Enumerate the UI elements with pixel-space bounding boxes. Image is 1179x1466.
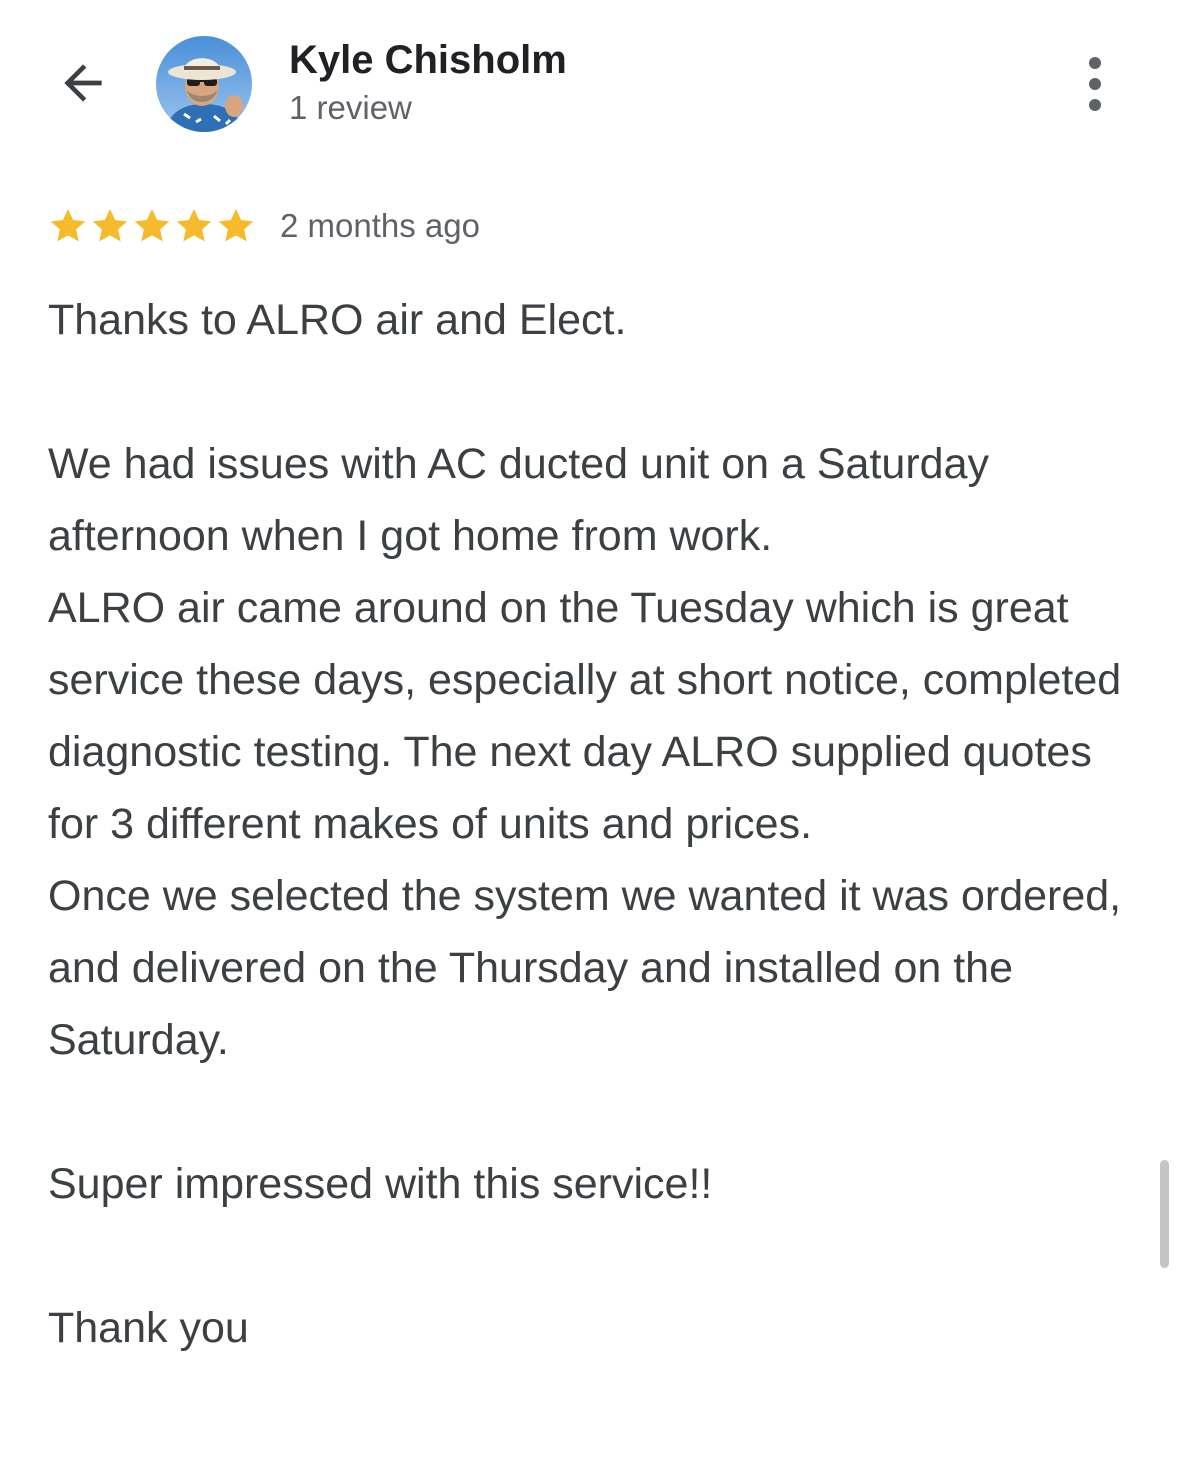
avatar-photo [156,36,252,132]
reviewer-header: Kyle Chisholm 1 review [0,0,1179,150]
star-icon [176,209,212,242]
star-icon [134,209,170,242]
review-date: 2 months ago [280,207,480,244]
avatar[interactable] [156,36,252,132]
star-icon [92,209,128,242]
review-count: 1 review [289,89,412,126]
more-vert-icon [1089,57,1101,111]
reviewer-name[interactable]: Kyle Chisholm [289,38,567,83]
more-options-button[interactable] [1070,50,1120,118]
arrow-back-icon [64,64,102,102]
rating-row: 2 months ago [48,202,480,250]
star-icon [218,209,254,242]
star-rating [48,206,256,246]
back-button[interactable] [50,50,116,116]
review-text: Thanks to ALRO air and Elect. We had iss… [48,296,1122,1352]
scrollbar[interactable] [1160,1160,1169,1268]
star-icon [50,209,86,242]
